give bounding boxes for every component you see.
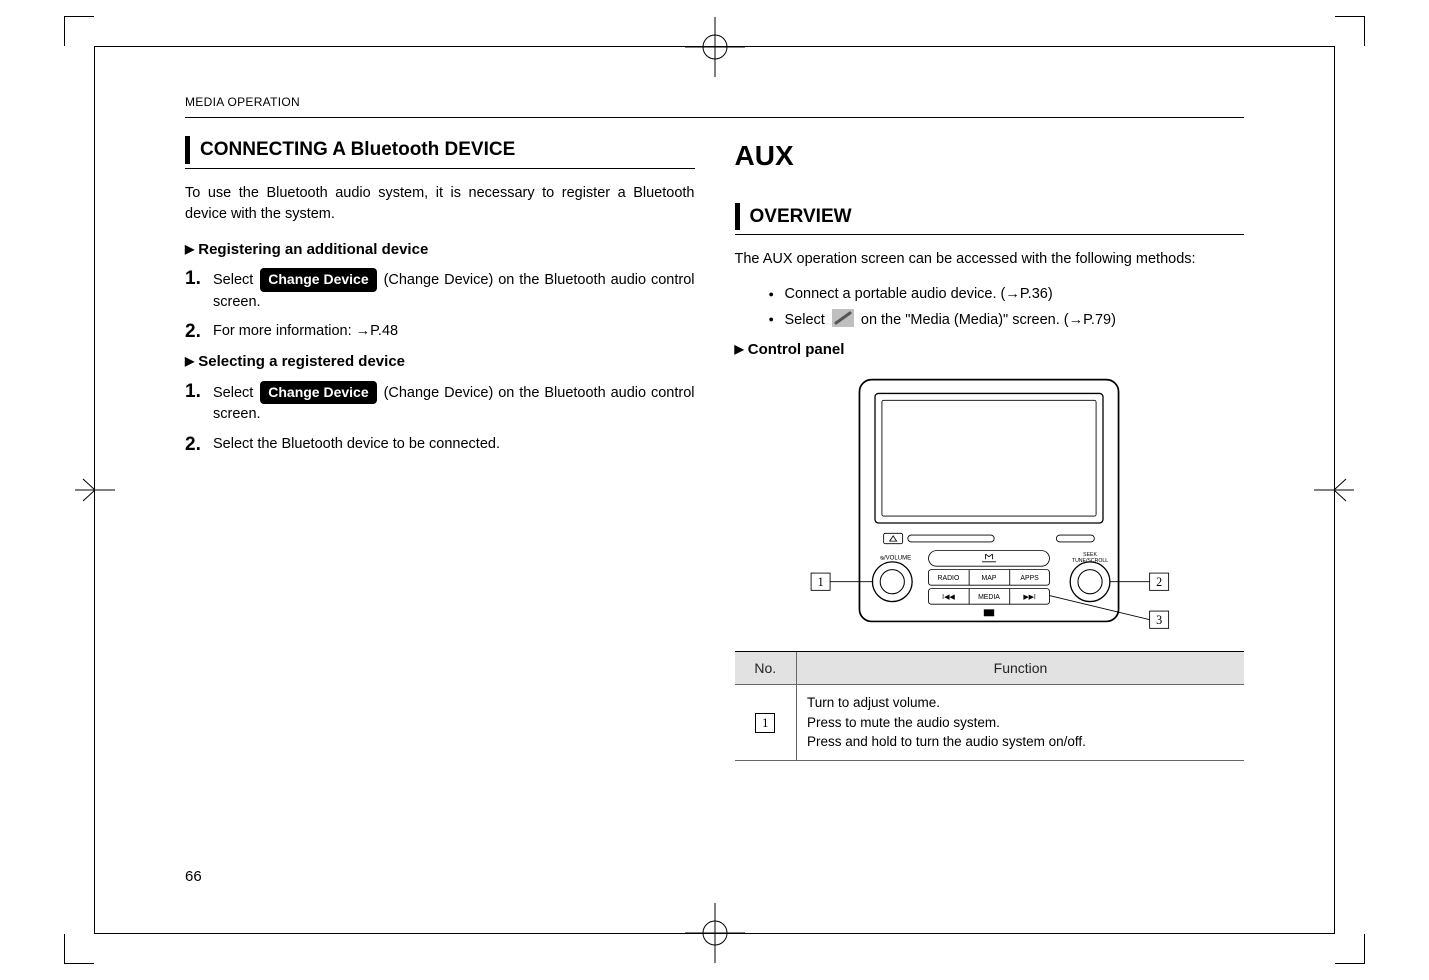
fold-mark-right	[1314, 475, 1354, 505]
step-number: 1.	[185, 268, 213, 312]
subheading-text: Control panel	[748, 341, 845, 358]
crop-mark	[64, 16, 94, 46]
svg-text:MAP: MAP	[982, 575, 997, 582]
svg-text:3: 3	[1156, 613, 1162, 627]
svg-text:SEEK: SEEK	[1083, 552, 1097, 558]
subheading: ▶Selecting a registered device	[185, 351, 695, 373]
step-body: Select the Bluetooth device to be connec…	[213, 434, 695, 457]
subheading-text: Registering an additional device	[198, 241, 428, 258]
registration-mark-bottom	[685, 903, 745, 963]
aux-source-icon	[832, 309, 854, 327]
svg-text:I◀◀: I◀◀	[942, 594, 955, 601]
section-heading: OVERVIEW	[735, 203, 1245, 231]
step-number: 2.	[185, 321, 213, 344]
page-number: 66	[185, 868, 202, 885]
triangle-icon: ▶	[185, 353, 194, 370]
step: 1. Select Change Device (Change Device) …	[185, 268, 695, 312]
crop-mark	[64, 934, 94, 964]
page-frame: MEDIA OPERATION CONNECTING A Bluetooth D…	[94, 46, 1335, 934]
change-device-button: Change Device	[260, 381, 376, 404]
subheading: ▶Registering an additional device	[185, 239, 695, 261]
intro-paragraph: The AUX operation screen can be accessed…	[735, 249, 1245, 270]
svg-text:1: 1	[818, 575, 824, 589]
right-column: AUX OVERVIEW The AUX operation screen ca…	[735, 136, 1245, 761]
step-text: Select	[213, 272, 253, 288]
function-line: Press and hold to turn the audio system …	[807, 732, 1234, 752]
list-item: Select on the "Media (Media)" screen. (→…	[769, 309, 1245, 331]
left-column: CONNECTING A Bluetooth DEVICE To use the…	[185, 136, 695, 761]
intro-paragraph: To use the Bluetooth audio system, it is…	[185, 183, 695, 225]
step-body: Select Change Device (Change Device) on …	[213, 268, 695, 312]
triangle-icon: ▶	[735, 341, 744, 358]
step-body: Select Change Device (Change Device) on …	[213, 381, 695, 425]
step-number: 2.	[185, 434, 213, 457]
step: 2. For more information: →P.48	[185, 321, 695, 344]
registration-mark-top	[685, 17, 745, 77]
change-device-button: Change Device	[260, 268, 376, 291]
table-header-function: Function	[797, 652, 1245, 685]
svg-text:TUNE/SCROLL: TUNE/SCROLL	[1072, 558, 1108, 564]
svg-text:▶▶I: ▶▶I	[1024, 594, 1037, 601]
subheading: ▶Control panel	[735, 339, 1245, 361]
step-text: Select	[213, 385, 253, 401]
table-row: 1 Turn to adjust volume. Press to mute t…	[735, 685, 1245, 761]
table-header-no: No.	[735, 652, 797, 685]
control-panel-figure: ᴓ/VOLUME SEEK TUNE/SCROLL RADIO MAP	[735, 371, 1245, 637]
table-cell-function: Turn to adjust volume. Press to mute the…	[797, 685, 1245, 761]
step: 1. Select Change Device (Change Device) …	[185, 381, 695, 425]
function-line: Turn to adjust volume.	[807, 693, 1234, 713]
svg-text:MEDIA: MEDIA	[978, 594, 1000, 601]
svg-text:RADIO: RADIO	[938, 575, 960, 582]
function-line: Press to mute the audio system.	[807, 713, 1234, 733]
crop-mark	[1335, 934, 1365, 964]
page-title: AUX	[735, 136, 1245, 177]
step-body: For more information: →P.48	[213, 321, 695, 344]
list-item: Connect a portable audio device. (→P.36)	[769, 284, 1245, 305]
svg-text:APPS: APPS	[1021, 575, 1040, 582]
bullet-list: Connect a portable audio device. (→P.36)…	[769, 284, 1245, 331]
subheading-text: Selecting a registered device	[198, 353, 405, 370]
svg-text:2: 2	[1156, 575, 1162, 589]
section-heading: CONNECTING A Bluetooth DEVICE	[185, 136, 695, 164]
heading-rule	[185, 168, 695, 169]
volume-label: ᴓ/VOLUME	[881, 555, 912, 561]
list-text: Select	[785, 312, 825, 328]
fold-mark-left	[75, 475, 115, 505]
triangle-icon: ▶	[185, 241, 194, 258]
list-text: on the "Media (Media)" screen. (→P.79)	[861, 312, 1116, 328]
callout-number: 1	[755, 713, 775, 733]
function-table: No. Function 1 Turn to adjust volume. Pr…	[735, 651, 1245, 761]
heading-rule	[735, 234, 1245, 235]
step-number: 1.	[185, 381, 213, 425]
table-cell-no: 1	[735, 685, 797, 761]
step: 2. Select the Bluetooth device to be con…	[185, 434, 695, 457]
crop-mark	[1335, 16, 1365, 46]
table-header-row: No. Function	[735, 652, 1245, 685]
